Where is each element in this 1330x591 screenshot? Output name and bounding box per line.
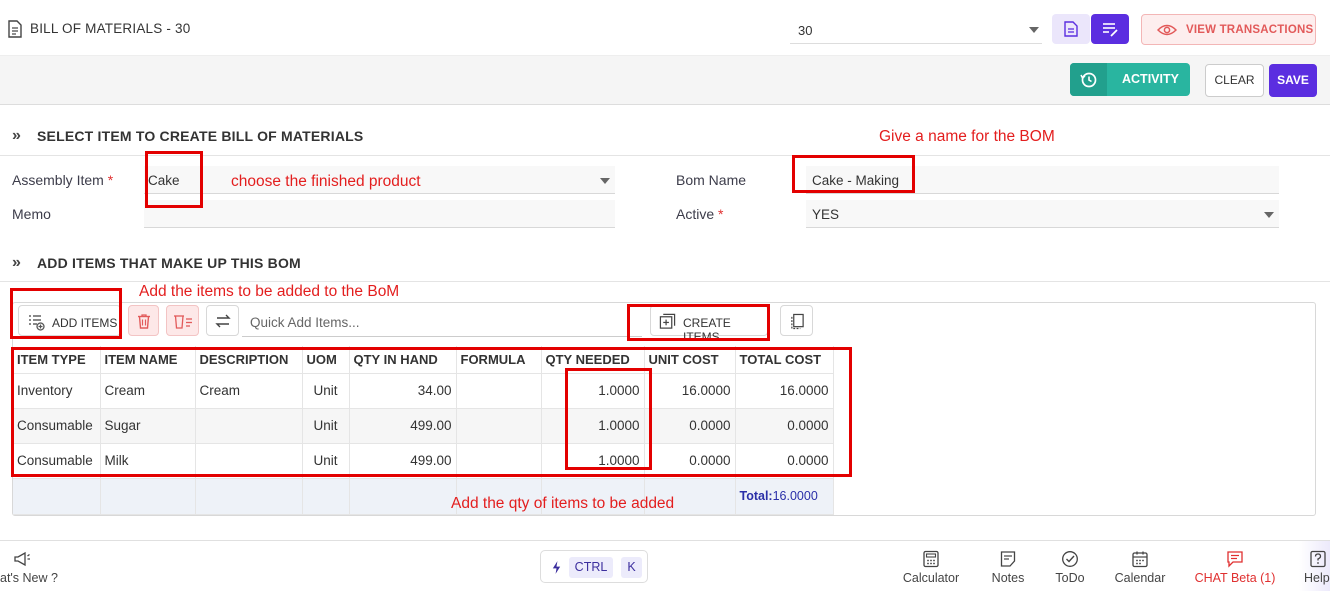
annotation-box-table (11, 347, 852, 477)
calculator-icon (923, 550, 939, 568)
assembly-item-label: Assembly Item (12, 172, 104, 188)
required-mark: * (107, 172, 114, 188)
help-label: Help (1304, 571, 1330, 585)
annotation-box-assembly-item (145, 151, 203, 208)
whats-new-label: at's New ? (0, 571, 58, 585)
page-title: BILL OF MATERIALS - 30 (30, 21, 191, 36)
table-footer-row: Total:16.0000 (13, 478, 834, 515)
activity-button[interactable]: ACTIVITY (1070, 63, 1190, 96)
memo-field[interactable] (144, 200, 615, 228)
bom-name-label: Bom Name (676, 172, 747, 188)
annotation-add-items: Add the items to be added to the BoM (139, 283, 400, 300)
chat-label: CHAT Beta (1) (1194, 571, 1276, 585)
double-chevron-icon: » (12, 127, 21, 144)
copy-button[interactable] (780, 305, 813, 336)
command-palette-button[interactable]: CTRL K (540, 550, 648, 583)
record-select-value: 30 (798, 23, 813, 38)
chevron-down-icon (1264, 212, 1274, 218)
lightning-icon (552, 561, 561, 574)
total-value: 16.0000 (772, 489, 818, 503)
chevron-down-icon (600, 178, 610, 184)
whats-new-button[interactable]: at's New ? (0, 541, 62, 591)
chat-button[interactable]: CHAT Beta (1) (1190, 541, 1280, 591)
assembly-item-label-row: Assembly Item * (12, 172, 113, 188)
clear-button[interactable]: CLEAR (1205, 64, 1264, 97)
footer-cell (302, 478, 350, 515)
copy-icon (791, 313, 804, 330)
view-transactions-button[interactable]: VIEW TRANSACTIONS (1141, 14, 1316, 45)
quick-add-items-input[interactable]: Quick Add Items... (242, 307, 642, 337)
annotation-box-bom-name (792, 155, 915, 193)
calendar-button[interactable]: Calendar (1108, 541, 1172, 591)
select-item-section-title: SELECT ITEM TO CREATE BILL OF MATERIALS (37, 128, 364, 144)
annotation-box-add-items (10, 288, 122, 339)
active-select[interactable]: YES (806, 200, 1279, 228)
view-transactions-label: VIEW TRANSACTIONS (1186, 24, 1314, 36)
annotation-choose-product: choose the finished product (231, 173, 421, 190)
total-cost-footer: Total:16.0000 (735, 478, 834, 515)
delete-button[interactable] (128, 305, 159, 336)
help-button[interactable]: Help (1299, 541, 1330, 591)
activity-label: ACTIVITY (1122, 72, 1179, 86)
eye-icon (1157, 24, 1177, 36)
notes-icon (1000, 551, 1016, 567)
action-bar: ACTIVITY CLEAR SAVE (0, 55, 1330, 105)
total-label: Total: (739, 489, 773, 503)
edit-list-button[interactable] (1091, 14, 1129, 44)
calculator-label: Calculator (902, 571, 960, 585)
delete-rows-icon (174, 315, 192, 329)
delete-rows-button[interactable] (166, 305, 199, 336)
footer-cell (195, 478, 303, 515)
history-icon (1080, 72, 1097, 88)
todo-button[interactable]: ToDo (1047, 541, 1093, 591)
new-document-button[interactable] (1052, 14, 1090, 44)
annotation-box-qty-needed (565, 368, 652, 470)
notes-button[interactable]: Notes (983, 541, 1033, 591)
save-button[interactable]: SAVE (1269, 64, 1317, 97)
active-value: YES (812, 207, 840, 222)
notes-label: Notes (991, 571, 1025, 585)
add-items-section-header[interactable]: » ADD ITEMS THAT MAKE UP THIS BOM (0, 248, 1330, 282)
trash-icon (138, 314, 150, 329)
help-icon (1310, 550, 1326, 568)
annotation-add-qty: Add the qty of items to be added (451, 495, 675, 512)
edit-list-icon (1103, 23, 1118, 37)
record-select[interactable]: 30 (790, 14, 1042, 44)
new-document-icon (1064, 21, 1078, 37)
history-icon-wrap (1070, 63, 1107, 96)
double-chevron-icon: » (12, 254, 21, 271)
megaphone-icon (14, 551, 30, 567)
document-icon (8, 20, 22, 38)
calendar-label: Calendar (1114, 571, 1166, 585)
check-circle-icon (1062, 551, 1078, 567)
quick-add-placeholder: Quick Add Items... (250, 315, 360, 330)
calculator-button[interactable]: Calculator (897, 541, 965, 591)
swap-button[interactable] (206, 305, 239, 336)
footer-cell (349, 478, 457, 515)
chevron-down-icon (1029, 27, 1039, 33)
required-mark: * (718, 206, 724, 222)
annotation-box-create-items (627, 304, 770, 341)
chat-icon (1227, 551, 1243, 568)
add-items-section-title: ADD ITEMS THAT MAKE UP THIS BOM (37, 255, 301, 271)
ctrl-key: CTRL (569, 557, 613, 578)
annotation-give-name: Give a name for the BOM (879, 128, 1055, 145)
active-label: Active (676, 206, 715, 222)
bottom-bar: at's New ? CTRL K Calculator Notes ToDo (0, 540, 1330, 591)
footer-cell (13, 478, 101, 515)
footer-cell (100, 478, 196, 515)
top-bar: BILL OF MATERIALS - 30 30 VIEW TRANSACTI… (0, 0, 1330, 55)
calendar-icon (1132, 551, 1148, 568)
todo-label: ToDo (1055, 571, 1085, 585)
active-label-row: Active * (676, 206, 723, 222)
swap-arrows-icon (215, 314, 231, 328)
memo-label: Memo (12, 206, 51, 222)
k-key: K (621, 557, 642, 578)
